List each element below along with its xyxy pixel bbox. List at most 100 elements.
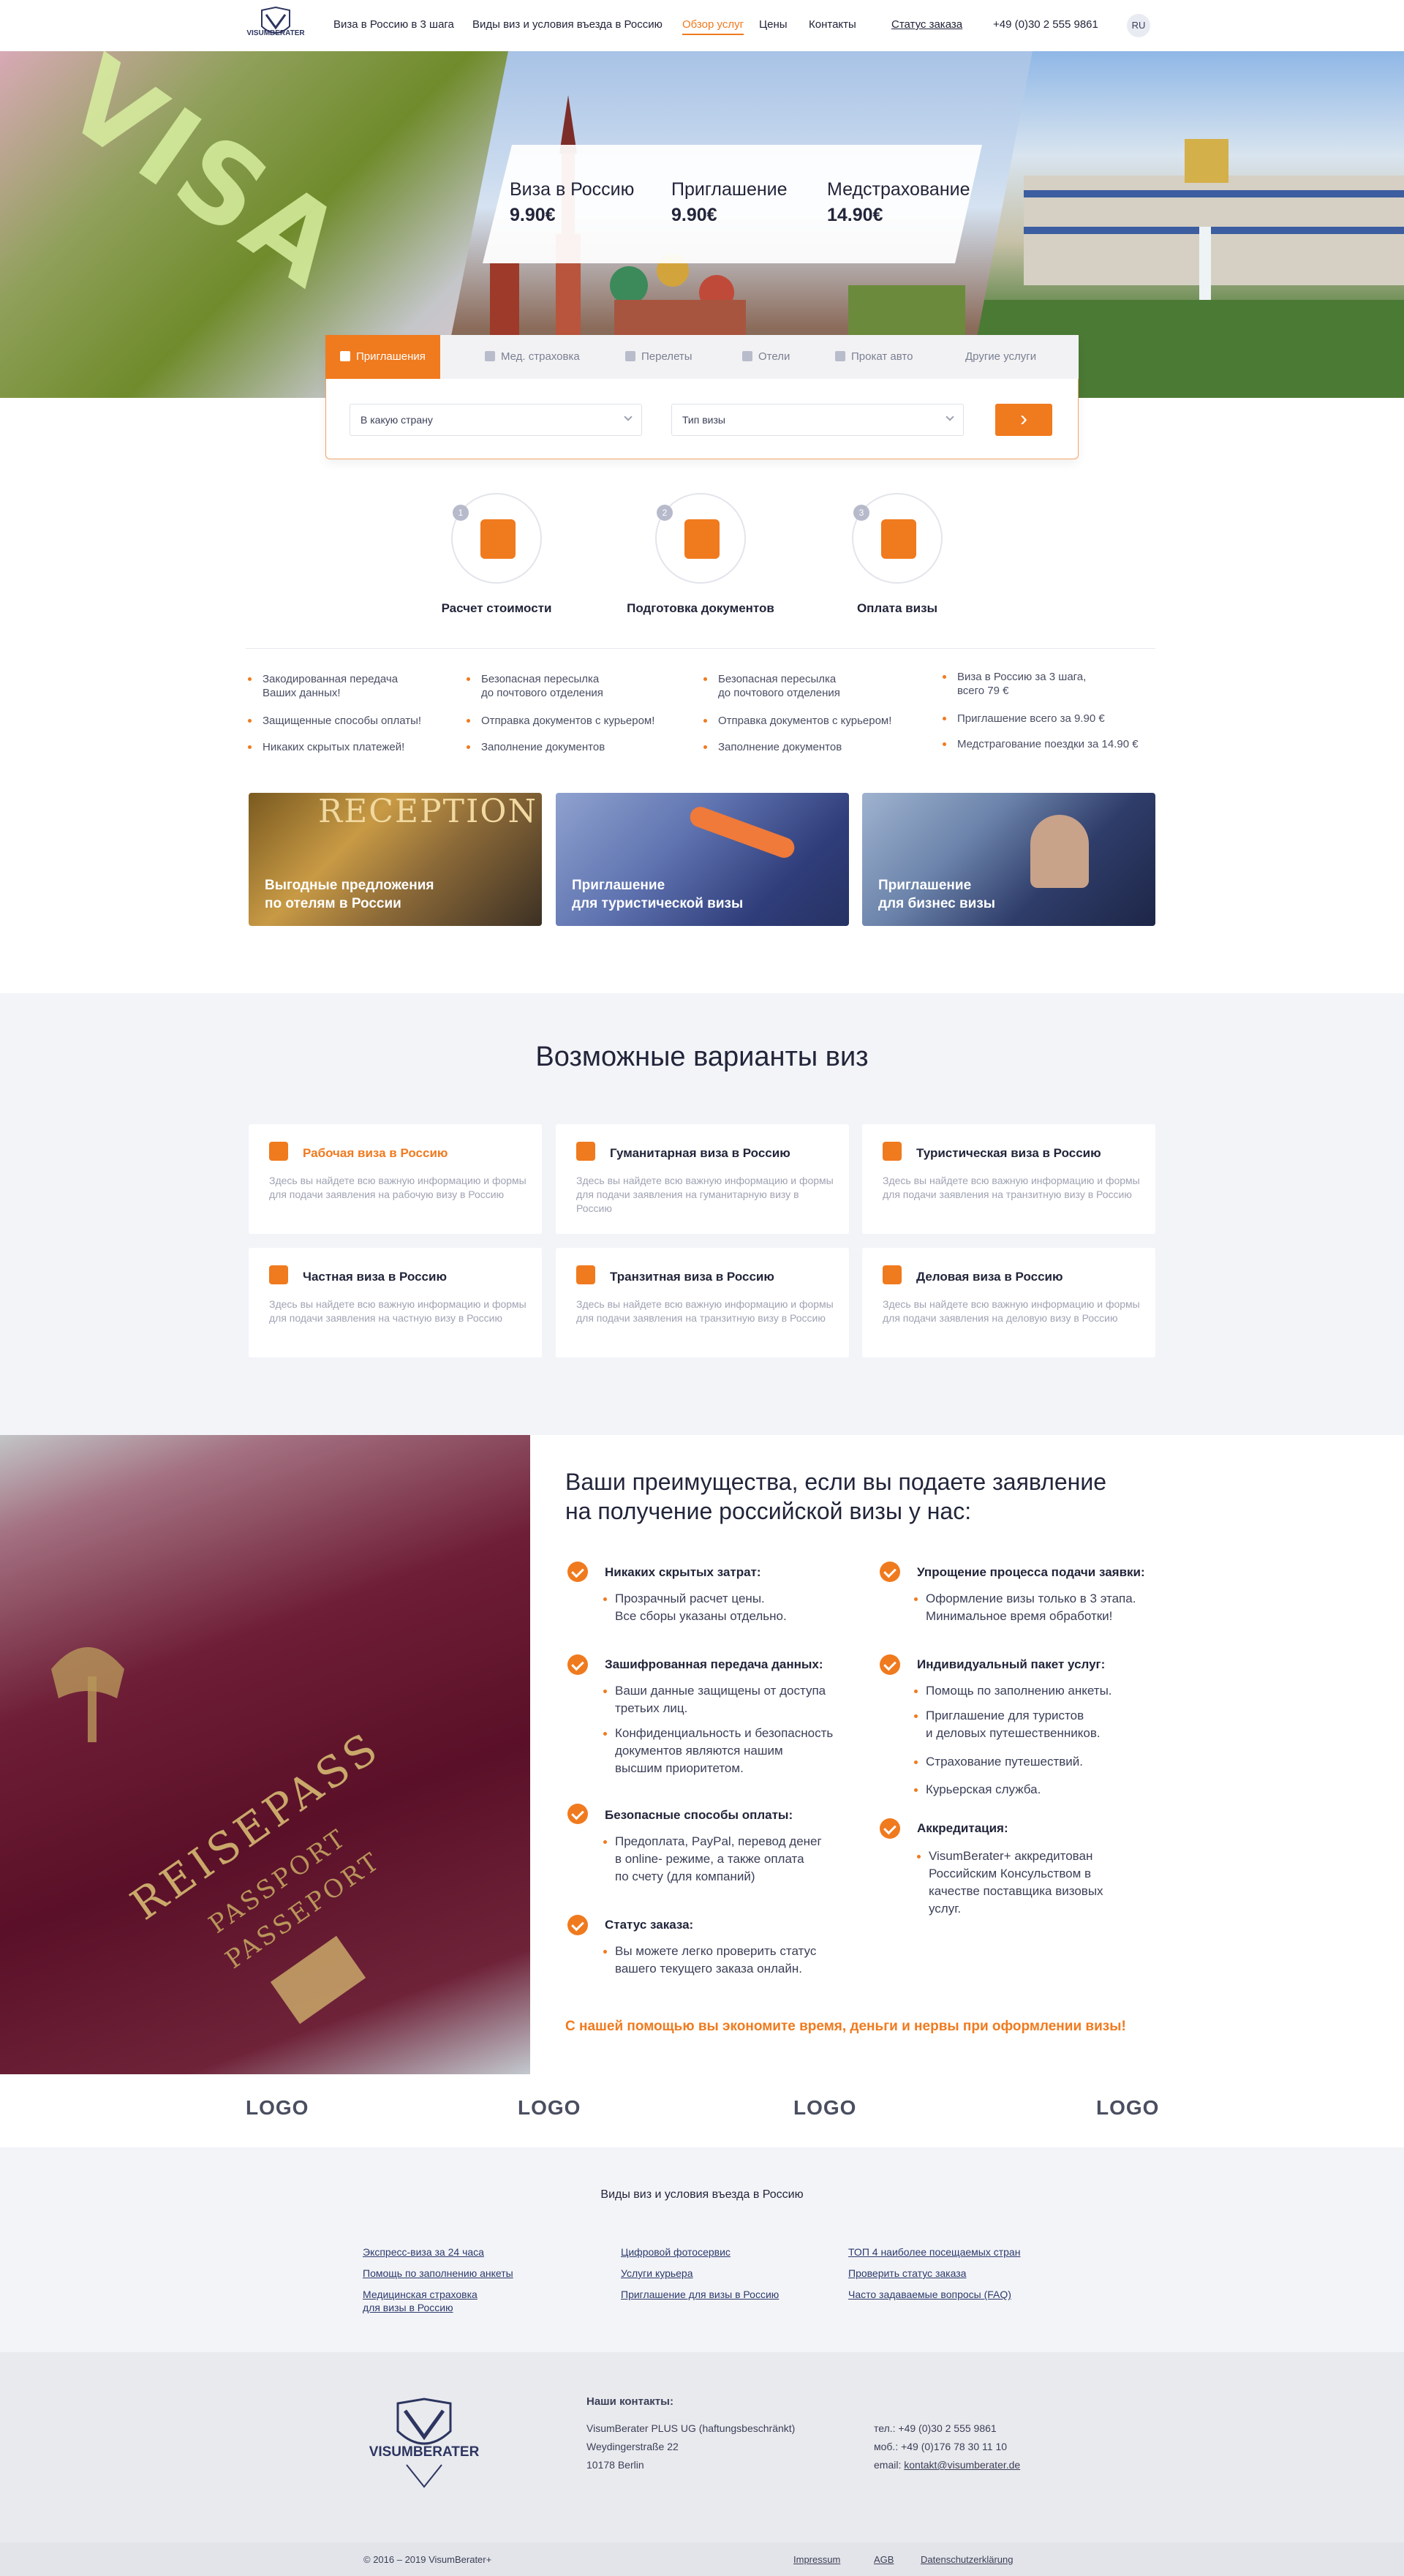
- nav-contacts[interactable]: Контакты: [809, 18, 856, 31]
- footer-link[interactable]: Экспресс-виза за 24 часа: [363, 2245, 484, 2259]
- step-number: 2: [657, 505, 673, 521]
- check-icon: [880, 1562, 900, 1582]
- hotel-icon: [742, 351, 752, 361]
- step-2-circle: 2: [655, 493, 746, 584]
- invitation-icon: [340, 351, 350, 361]
- tab-hotels[interactable]: Отели: [742, 335, 790, 379]
- visa-card-desc: Здесь вы найдете всю важную информацию и…: [269, 1175, 526, 1200]
- check-icon: [567, 1804, 588, 1824]
- company-name: VisumBerater PLUS UG (haftungsbeschränkt…: [586, 2422, 796, 2434]
- contact-footer: [0, 2352, 1404, 2542]
- check-icon: [880, 1654, 900, 1675]
- promo-label: Выгодные предложения по отелям в России: [265, 878, 434, 911]
- section-title: Возможные варианты виз: [535, 1042, 869, 1072]
- tab-other[interactable]: Другие услуги: [965, 335, 1036, 379]
- chevron-down-icon: [624, 413, 633, 421]
- advantage-item: Конфиденциальность и безопасность докуме…: [603, 1725, 833, 1777]
- visa-card-work[interactable]: Рабочая виза в Россию Здесь вы найдете в…: [249, 1124, 542, 1234]
- email-link[interactable]: kontakt@visumberater.de: [904, 2459, 1020, 2471]
- advantage-heading: Статус заказа:: [605, 1918, 694, 1932]
- privacy-link[interactable]: Datenschutzerklärung: [921, 2551, 1013, 2569]
- price-value-insurance: 14.90€: [827, 205, 883, 225]
- footer-link[interactable]: Часто задаваемые вопросы (FAQ): [848, 2288, 1011, 2301]
- promo-tourist-invitation[interactable]: Приглашение для туристической визы: [556, 793, 849, 926]
- chevron-down-icon: [946, 413, 954, 421]
- step-number: 3: [853, 505, 869, 521]
- impressum-link[interactable]: Impressum: [793, 2551, 840, 2569]
- price-title-visa: Виза в Россию: [510, 179, 635, 200]
- clipboard-icon: [269, 1142, 288, 1161]
- benefit-item: Никаких скрытых платежей!: [247, 741, 405, 753]
- country-select[interactable]: В какую страну: [350, 404, 642, 436]
- nav-3-steps[interactable]: Виза в Россию в 3 шага: [333, 18, 454, 31]
- briefcase-icon: [883, 1265, 902, 1284]
- nav-prices[interactable]: Цены: [759, 18, 788, 31]
- tab-flights[interactable]: Перелеты: [625, 335, 692, 379]
- check-icon: [567, 1915, 588, 1935]
- visa-card-transit[interactable]: Транзитная виза в Россию Здесь вы найдет…: [556, 1248, 849, 1357]
- site-logo[interactable]: VISUMBERATER: [246, 6, 306, 47]
- step-number: 1: [453, 505, 469, 521]
- site-header: VISUMBERATER Виза в Россию в 3 шага Виды…: [0, 0, 1404, 51]
- promo-label: Приглашение для туристической визы: [572, 878, 744, 911]
- nav-services[interactable]: Обзор услуг: [682, 18, 744, 35]
- partner-logo: LOGO: [1096, 2096, 1160, 2119]
- visa-card-desc: Здесь вы найдете всю важную информацию и…: [883, 1298, 1140, 1324]
- visa-card-desc: Здесь вы найдете всю важную информацию и…: [269, 1298, 526, 1324]
- step-label: Расчет стоимости: [441, 601, 552, 615]
- language-switcher[interactable]: RU: [1127, 14, 1150, 37]
- advantage-item: Вы можете легко проверить статус вашего …: [603, 1943, 816, 1978]
- tab-invitations[interactable]: Приглашения: [325, 335, 440, 379]
- agb-link[interactable]: AGB: [874, 2551, 894, 2569]
- medical-icon: [485, 351, 495, 361]
- contact-mobile: моб.: +49 (0)176 78 30 11 10: [874, 2441, 1008, 2452]
- visa-card-title: Туристическая виза в Россию: [916, 1146, 1101, 1160]
- advantage-item: Оформление визы только в 3 этапа. Минима…: [913, 1590, 1136, 1625]
- visa-card-humanitarian[interactable]: Гуманитарная виза в Россию Здесь вы найд…: [556, 1124, 849, 1234]
- benefit-item: Заполнение документов: [466, 741, 605, 753]
- footer-link[interactable]: Помощь по заполнению анкеты: [363, 2267, 513, 2280]
- tab-car-rental[interactable]: Прокат авто: [835, 335, 913, 379]
- footer-link[interactable]: Услуги курьера: [621, 2267, 693, 2280]
- folder-icon: [684, 519, 720, 559]
- visa-card-business[interactable]: Деловая виза в Россию Здесь вы найдете в…: [862, 1248, 1155, 1357]
- footer-logo[interactable]: VISUMBERATER: [363, 2398, 486, 2493]
- visa-card-title: Транзитная виза в Россию: [610, 1270, 774, 1284]
- visa-card-private[interactable]: Частная виза в Россию Здесь вы найдете в…: [249, 1248, 542, 1357]
- promo-business-invitation[interactable]: Приглашение для бизнес визы: [862, 793, 1155, 926]
- footer-link[interactable]: Приглашение для визы в Россию: [621, 2288, 779, 2301]
- nav-visa-types[interactable]: Виды виз и условия въезда в Россию: [472, 18, 663, 31]
- advantage-heading: Никаких скрытых затрат:: [605, 1565, 761, 1579]
- visa-card-desc: Здесь вы найдете всю важную информацию и…: [883, 1175, 1140, 1200]
- search-submit-button[interactable]: ›: [995, 404, 1052, 436]
- footer-link[interactable]: Медицинская страховка для визы в Россию: [363, 2288, 478, 2314]
- transit-icon: [576, 1265, 595, 1284]
- businessman-photo: [1030, 815, 1089, 888]
- promo-label: Приглашение для бизнес визы: [878, 878, 996, 911]
- visa-card-tourist[interactable]: Туристическая виза в Россию Здесь вы най…: [862, 1124, 1155, 1234]
- visa-type-select[interactable]: Тип визы: [671, 404, 964, 436]
- advantage-heading: Безопасные способы оплаты:: [605, 1808, 793, 1822]
- check-icon: [567, 1654, 588, 1675]
- visa-card-title: Деловая виза в Россию: [916, 1270, 1063, 1284]
- price-title-insurance: Медстрахование: [827, 179, 970, 200]
- price-overlay: [483, 145, 982, 263]
- logo-text: VISUMBERATER: [246, 29, 305, 37]
- logo-text: VISUMBERATER: [369, 2444, 480, 2460]
- plane-icon: [687, 804, 798, 861]
- footer-link[interactable]: ТОП 4 наиболее посещаемых стран: [848, 2245, 1020, 2259]
- footer-link[interactable]: Проверить статус заказа: [848, 2267, 966, 2280]
- tab-insurance[interactable]: Мед. страховка: [485, 335, 580, 379]
- check-icon: [567, 1562, 588, 1582]
- contacts-title: Наши контакты:: [586, 2395, 673, 2408]
- benefit-item: Закодированная передача Ваших данных!: [247, 673, 399, 699]
- reception-sign: RECEPTION: [318, 793, 537, 830]
- footer-link[interactable]: Цифровой фотосервис: [621, 2245, 731, 2259]
- service-tabs: Приглашения Мед. страховка Перелеты Отел…: [325, 335, 1079, 379]
- benefit-item: Медстрагование поездки за 14.90 €: [943, 738, 1139, 750]
- advantage-heading: Зашифрованная передача данных:: [605, 1657, 823, 1671]
- contact-phone: тел.: +49 (0)30 2 555 9861: [874, 2422, 997, 2434]
- nav-order-status[interactable]: Статус заказа: [891, 18, 962, 31]
- promo-hotels[interactable]: RECEPTION Выгодные предложения по отелям…: [249, 793, 542, 926]
- advantages-title: Ваши преимущества, если вы подаете заявл…: [565, 1469, 1106, 1524]
